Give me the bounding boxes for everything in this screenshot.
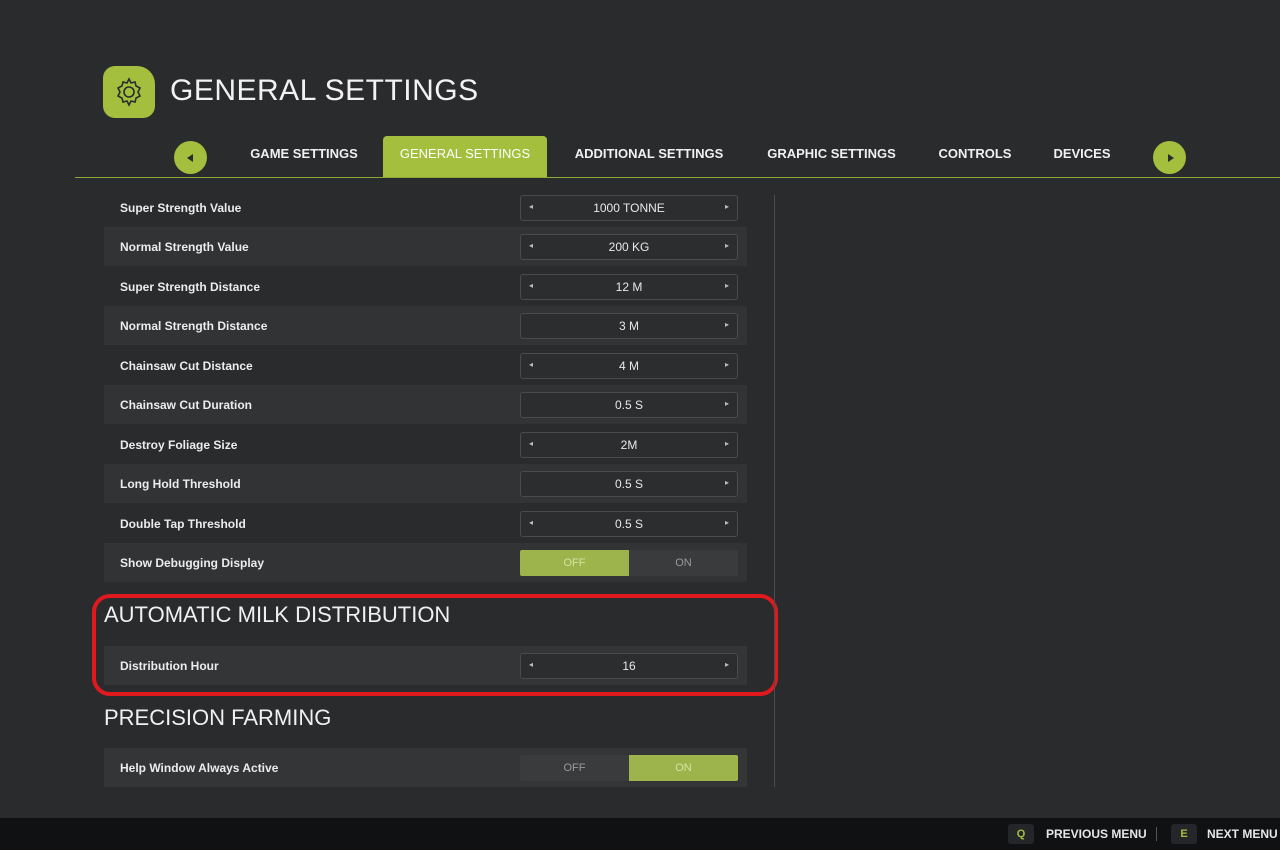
toggle-off-option[interactable]: OFF [520,549,629,576]
section-title-milk: AUTOMATIC MILK DISTRIBUTION [104,602,451,627]
stepper-right-icon[interactable]: ▸ [725,518,729,527]
setting-label: Destroy Foliage Size [120,437,238,452]
setting-row[interactable]: Destroy Foliage Size ◂ 2M ▸ [104,425,747,464]
setting-label: Super Strength Value [120,200,242,215]
setting-row[interactable]: Show Debugging Display OFF ON [104,543,747,582]
next-menu-button[interactable]: NEXT MENU [1207,827,1278,841]
next-tab-button[interactable] [1153,141,1186,174]
tab-controls[interactable]: CONTROLS [930,136,1020,177]
setting-label: Show Debugging Display [120,555,265,570]
setting-row[interactable]: Double Tap Threshold ◂ 0.5 S ▸ [104,504,747,543]
setting-row[interactable]: Chainsaw Cut Duration 0.5 S ▸ [104,385,747,424]
stepper-left-icon[interactable]: ◂ [529,202,533,211]
stepper-value: 0.5 S [614,516,644,531]
stepper-value: 0.5 S [614,397,644,412]
debug-display-toggle[interactable]: OFF ON [520,549,738,576]
chevron-left-icon [186,153,193,162]
tab-graphic-settings[interactable]: GRAPHIC SETTINGS [759,136,904,177]
stepper-right-icon[interactable]: ▸ [725,241,729,250]
toggle-on-option[interactable]: ON [629,549,738,576]
scrollbar-track[interactable] [774,195,775,787]
tab-bar: GAME SETTINGS GENERAL SETTINGS ADDITIONA… [75,136,1280,178]
setting-row[interactable]: Super Strength Value ◂ 1000 TONNE ▸ [104,188,747,227]
stepper-left-icon[interactable]: ◂ [529,518,533,527]
setting-label: Double Tap Threshold [120,516,246,531]
tab-general-settings[interactable]: GENERAL SETTINGS [383,136,547,177]
setting-label: Normal Strength Distance [120,318,268,333]
stepper-value: 12 M [615,279,643,294]
setting-row[interactable]: Super Strength Distance ◂ 12 M ▸ [104,267,747,306]
toggle-on-option[interactable]: ON [629,754,738,781]
help-window-toggle[interactable]: OFF ON [520,754,738,781]
setting-label: Normal Strength Value [120,239,249,254]
stepper-right-icon[interactable]: ▸ [725,202,729,211]
next-menu-key[interactable]: E [1171,824,1197,844]
stepper-right-icon[interactable]: ▸ [725,660,729,669]
stepper-left-icon[interactable]: ◂ [529,281,533,290]
stepper-right-icon[interactable]: ▸ [725,360,729,369]
previous-tab-button[interactable] [174,141,207,174]
value-stepper[interactable]: ◂ 1000 TONNE ▸ [520,194,738,221]
page-title: GENERAL SETTINGS [170,74,479,107]
stepper-right-icon[interactable]: ▸ [725,399,729,408]
stepper-left-icon[interactable]: ◂ [529,660,533,669]
stepper-value: 2M [620,437,638,452]
value-stepper[interactable]: 0.5 S ▸ [520,470,738,497]
value-stepper[interactable]: 0.5 S ▸ [520,391,738,418]
setting-row[interactable]: Normal Strength Value ◂ 200 KG ▸ [104,227,747,266]
stepper-value: 200 KG [608,239,650,254]
settings-gear-icon [103,66,155,118]
toggle-off-option[interactable]: OFF [520,754,629,781]
stepper-value: 3 M [618,318,639,333]
setting-row[interactable]: Long Hold Threshold 0.5 S ▸ [104,464,747,503]
tab-game-settings[interactable]: GAME SETTINGS [240,136,368,177]
stepper-right-icon[interactable]: ▸ [725,320,729,329]
setting-row[interactable]: Chainsaw Cut Distance ◂ 4 M ▸ [104,346,747,385]
value-stepper[interactable]: ◂ 200 KG ▸ [520,233,738,260]
value-stepper[interactable]: ◂ 0.5 S ▸ [520,510,738,537]
tab-additional-settings[interactable]: ADDITIONAL SETTINGS [564,136,734,177]
stepper-right-icon[interactable]: ▸ [725,281,729,290]
section-title-precision: PRECISION FARMING [104,705,332,730]
stepper-left-icon[interactable]: ◂ [529,439,533,448]
gear-icon [116,77,142,107]
footer-bar: Q PREVIOUS MENU E NEXT MENU [0,818,1280,850]
setting-label: Super Strength Distance [120,279,261,294]
previous-menu-key[interactable]: Q [1008,824,1034,844]
stepper-value: 0.5 S [614,476,644,491]
previous-menu-button[interactable]: PREVIOUS MENU [1046,827,1147,841]
value-stepper[interactable]: ◂ 16 ▸ [520,652,738,679]
setting-label: Help Window Always Active [120,760,279,775]
setting-label: Chainsaw Cut Duration [120,397,253,412]
value-stepper[interactable]: ◂ 4 M ▸ [520,352,738,379]
stepper-left-icon[interactable]: ◂ [529,241,533,250]
tab-devices[interactable]: DEVICES [1045,136,1119,177]
stepper-value: 4 M [618,358,639,373]
value-stepper[interactable]: 3 M ▸ [520,312,738,339]
setting-label: Long Hold Threshold [120,476,241,491]
footer-divider [1156,827,1157,841]
chevron-right-icon [1167,153,1174,162]
setting-row[interactable]: Help Window Always Active OFF ON [104,748,747,787]
value-stepper[interactable]: ◂ 2M ▸ [520,431,738,458]
setting-row[interactable]: Distribution Hour ◂ 16 ▸ [104,646,747,685]
setting-row[interactable]: Normal Strength Distance 3 M ▸ [104,306,747,345]
stepper-left-icon[interactable]: ◂ [529,360,533,369]
stepper-value: 16 [622,658,636,673]
setting-label: Chainsaw Cut Distance [120,358,253,373]
stepper-right-icon[interactable]: ▸ [725,439,729,448]
value-stepper[interactable]: ◂ 12 M ▸ [520,273,738,300]
stepper-value: 1000 TONNE [593,200,665,215]
setting-label: Distribution Hour [120,658,219,673]
stepper-right-icon[interactable]: ▸ [725,478,729,487]
